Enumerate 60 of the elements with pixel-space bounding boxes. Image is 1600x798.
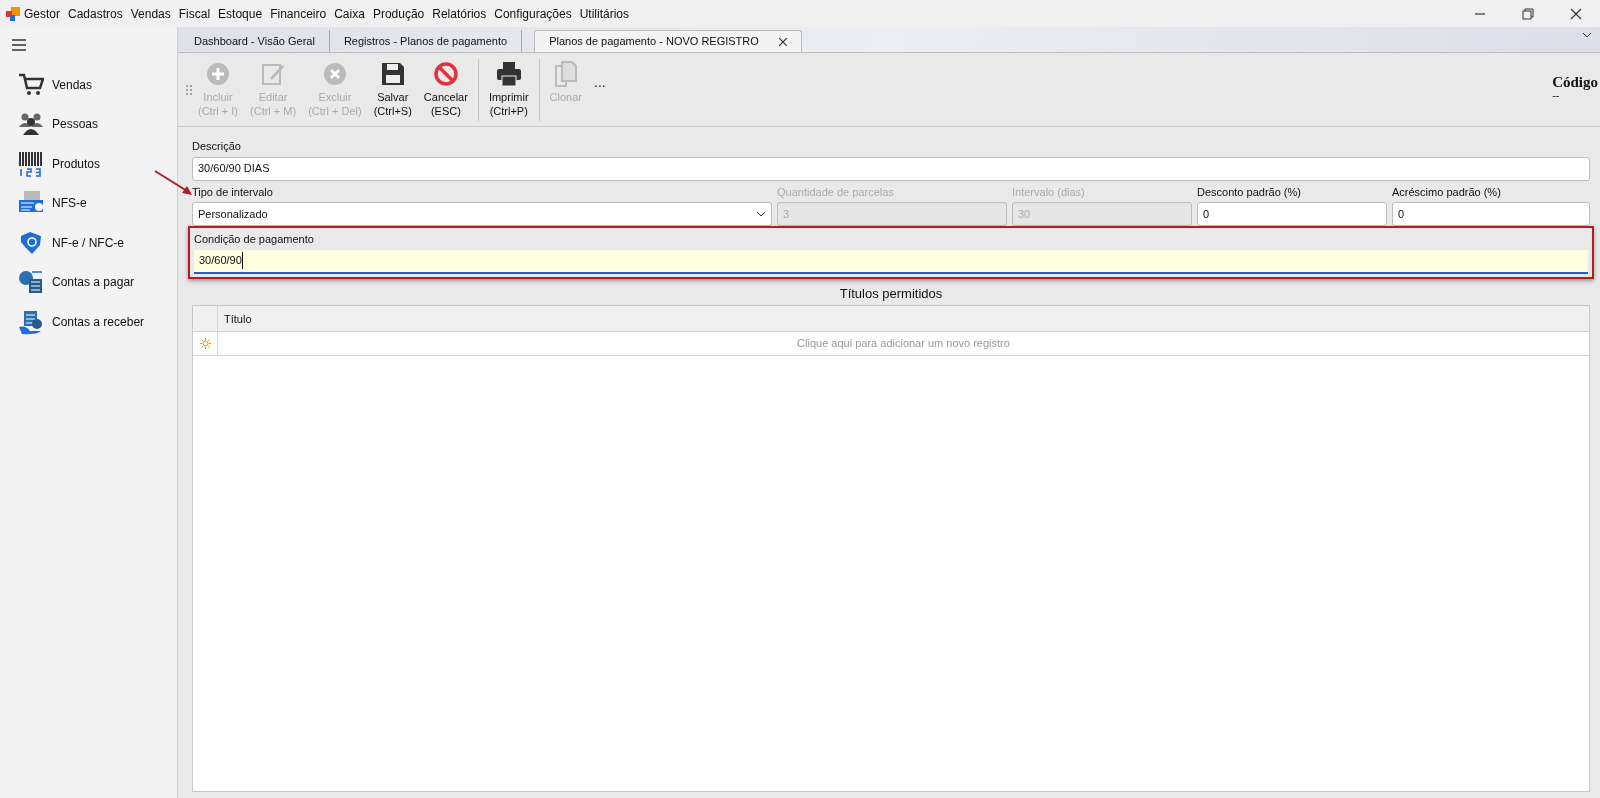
restore-icon[interactable] <box>1522 7 1534 20</box>
plus-circle-icon <box>205 61 231 88</box>
column-header[interactable]: Título <box>218 306 258 331</box>
field-label: Descrição <box>192 139 242 154</box>
menu-item[interactable]: Financeiro <box>266 4 331 23</box>
field-label: Acréscimo padrão (%) <box>1392 184 1502 200</box>
more-button[interactable]: ... <box>588 74 612 91</box>
tab[interactable]: Registros - Planos de pagamento <box>329 30 523 52</box>
arrow-annotation <box>154 170 194 196</box>
printer-icon <box>495 61 522 88</box>
people-icon <box>18 111 44 138</box>
input-field[interactable]: 30/60/90 <box>194 249 1588 274</box>
calculator-icon <box>18 269 44 296</box>
toolbar-button[interactable]: Cancelar (ESC) <box>417 61 474 118</box>
chevron-down-icon <box>756 211 766 217</box>
dropdown-field[interactable]: Personalizado <box>192 202 772 226</box>
field-label: Quantidade de parcelas <box>777 184 895 200</box>
close-icon[interactable] <box>1570 7 1582 20</box>
app-name: Gestor <box>23 5 61 23</box>
sidebar-item[interactable]: Pessoas <box>52 115 99 134</box>
sidebar-item[interactable]: NF-e / NFC-e <box>52 233 124 252</box>
chevron-down-icon[interactable] <box>1582 31 1592 38</box>
cart-icon <box>18 71 44 98</box>
input-field[interactable]: 0 <box>1392 202 1590 226</box>
menu-item[interactable]: Cadastros <box>64 4 127 23</box>
sidebar-item[interactable]: Produtos <box>52 154 101 173</box>
input-field[interactable]: 0 <box>1197 202 1387 226</box>
menu-item[interactable]: Produção <box>368 4 429 23</box>
copy-icon <box>552 61 579 88</box>
close-icon[interactable] <box>778 37 787 46</box>
menu-item[interactable]: Relatórios <box>428 4 491 23</box>
sidebar-item[interactable]: Contas a pagar <box>52 273 135 292</box>
grid-title: Títulos permitidos <box>838 284 944 303</box>
edit-icon <box>260 61 287 88</box>
barcode-icon <box>18 150 44 177</box>
menu-item[interactable]: Vendas <box>126 4 175 23</box>
toolbar-button[interactable]: Imprimir (Ctrl+P) <box>482 61 535 118</box>
field-label: Desconto padrão (%) <box>1197 184 1302 200</box>
description-field[interactable]: 30/60/90 DIAS <box>192 156 1590 181</box>
code-value: -- <box>1552 90 1560 101</box>
menu-item[interactable]: Estoque <box>214 4 267 23</box>
sidebar-item[interactable]: NFS-e <box>52 194 87 213</box>
menu-item[interactable]: Caixa <box>330 4 369 23</box>
app-logo-icon <box>6 6 20 21</box>
drag-handle-icon <box>186 84 192 95</box>
tab[interactable]: Planos de pagamento - NOVO REGISTRO <box>534 30 802 52</box>
menu-item[interactable]: Utilitários <box>575 4 633 23</box>
close-circle-icon <box>321 61 348 88</box>
prohibited-icon <box>432 61 459 88</box>
field-label: Condição de pagamento <box>194 232 315 247</box>
menu-item[interactable]: Fiscal <box>174 4 215 23</box>
menu-icon[interactable] <box>12 39 26 51</box>
field-label: Intervalo (dias) <box>1012 184 1086 200</box>
menu-item[interactable]: Configurações <box>490 4 576 23</box>
field-label: Tipo de intervalo <box>192 184 274 200</box>
sidebar-item[interactable]: Contas a receber <box>52 312 145 331</box>
toolbar-button[interactable]: Salvar (Ctrl+S) <box>367 61 418 118</box>
tab[interactable]: Dashboard - Visão Geral <box>180 30 330 52</box>
sidebar-item[interactable]: Vendas <box>52 75 93 94</box>
code-label: Código <box>1552 75 1598 90</box>
